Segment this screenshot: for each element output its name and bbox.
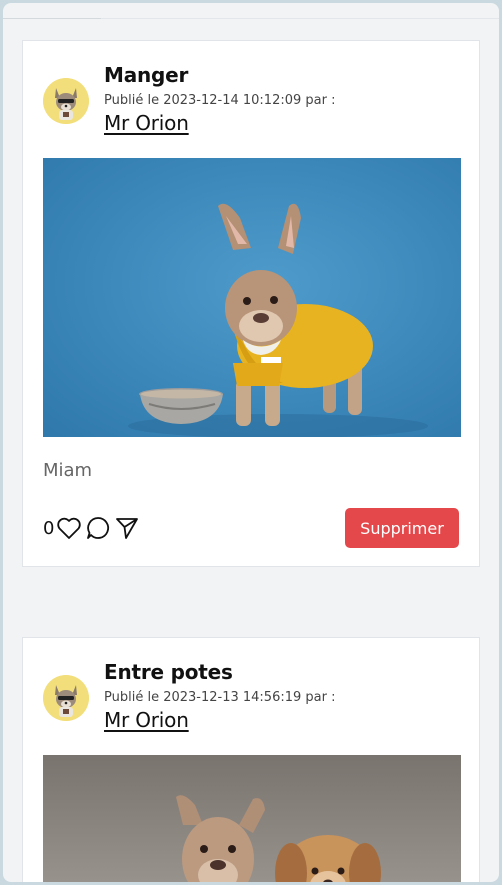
- comment-icon[interactable]: [84, 515, 111, 542]
- author-link[interactable]: Mr Orion: [104, 111, 189, 135]
- feed-viewport[interactable]: Manger Publié le 2023-12-14 10:12:09 par…: [3, 3, 499, 882]
- heart-icon[interactable]: [55, 515, 82, 542]
- like-count: 0: [43, 517, 55, 539]
- post-title: Manger: [104, 63, 189, 87]
- dog-avatar-icon: [43, 675, 89, 721]
- author-link[interactable]: Mr Orion: [104, 708, 189, 732]
- dog-avatar-icon: [43, 78, 89, 124]
- post-photo: [43, 755, 461, 882]
- post-image[interactable]: [43, 158, 461, 437]
- post-meta: Publié le 2023-12-14 10:12:09 par :: [104, 93, 336, 108]
- post-card: Entre potes Publié le 2023-12-13 14:56:1…: [22, 637, 480, 882]
- post-image[interactable]: [43, 755, 461, 882]
- post-meta: Publié le 2023-12-13 14:56:19 par :: [104, 690, 336, 705]
- post-caption: Miam: [43, 460, 93, 481]
- top-divider-accent: [3, 18, 101, 19]
- post-photo: [43, 158, 461, 437]
- post-actions: 0: [43, 513, 142, 543]
- avatar[interactable]: [43, 675, 89, 721]
- send-icon[interactable]: [113, 515, 140, 542]
- delete-button[interactable]: Supprimer: [345, 508, 459, 548]
- avatar[interactable]: [43, 78, 89, 124]
- post-title: Entre potes: [104, 660, 233, 684]
- post-card: Manger Publié le 2023-12-14 10:12:09 par…: [22, 40, 480, 567]
